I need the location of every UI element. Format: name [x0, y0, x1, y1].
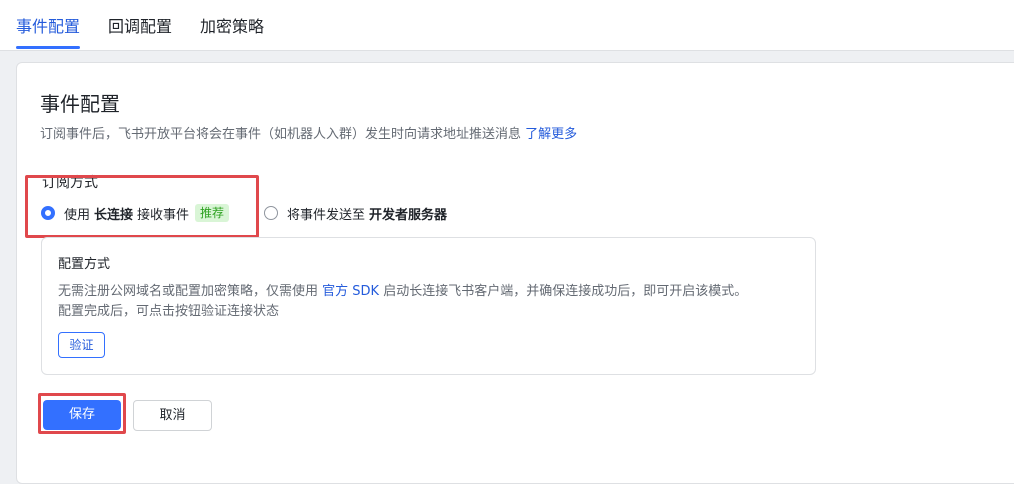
learn-more-link[interactable]: 了解更多: [525, 127, 577, 142]
highlight-box-save: [38, 393, 126, 434]
description-text: 订阅事件后，飞书开放平台将会在事件（如机器人入群）发生时向请求地址推送消息: [40, 127, 522, 142]
radio-option-bold: 开发者服务器: [369, 207, 448, 223]
tab-bar: 事件配置 回调配置 加密策略: [0, 0, 1014, 51]
tab-encryption-strategy[interactable]: 加密策略: [200, 16, 264, 38]
tab-event-config[interactable]: 事件配置: [16, 16, 80, 38]
cancel-button[interactable]: 取消: [133, 400, 212, 431]
page-title: 事件配置: [40, 92, 120, 116]
radio-unchecked-icon[interactable]: [264, 206, 278, 220]
tab-callback-config[interactable]: 回调配置: [108, 16, 172, 38]
active-tab-indicator: [16, 46, 80, 49]
config-line-2: 配置完成后，可点击按钮验证连接状态: [58, 304, 280, 319]
config-line-1-before: 无需注册公网域名或配置加密策略，仅需使用: [58, 284, 319, 299]
highlight-box-subscription: [25, 175, 259, 238]
official-sdk-link[interactable]: 官方 SDK: [322, 284, 379, 299]
config-title: 配置方式: [58, 257, 111, 272]
config-line-1-after: 启动长连接飞书客户端，并确保连接成功后，即可开启该模式。: [383, 284, 748, 299]
config-line-1: 无需注册公网域名或配置加密策略，仅需使用 官方 SDK 启动长连接飞书客户端，并…: [58, 283, 747, 301]
radio-option-prefix: 将事件发送至: [287, 207, 366, 223]
verify-button[interactable]: 验证: [58, 332, 105, 358]
radio-developer-server[interactable]: 将事件发送至 开发者服务器: [264, 202, 451, 224]
page-description: 订阅事件后，飞书开放平台将会在事件（如机器人入群）发生时向请求地址推送消息 了解…: [40, 126, 577, 144]
